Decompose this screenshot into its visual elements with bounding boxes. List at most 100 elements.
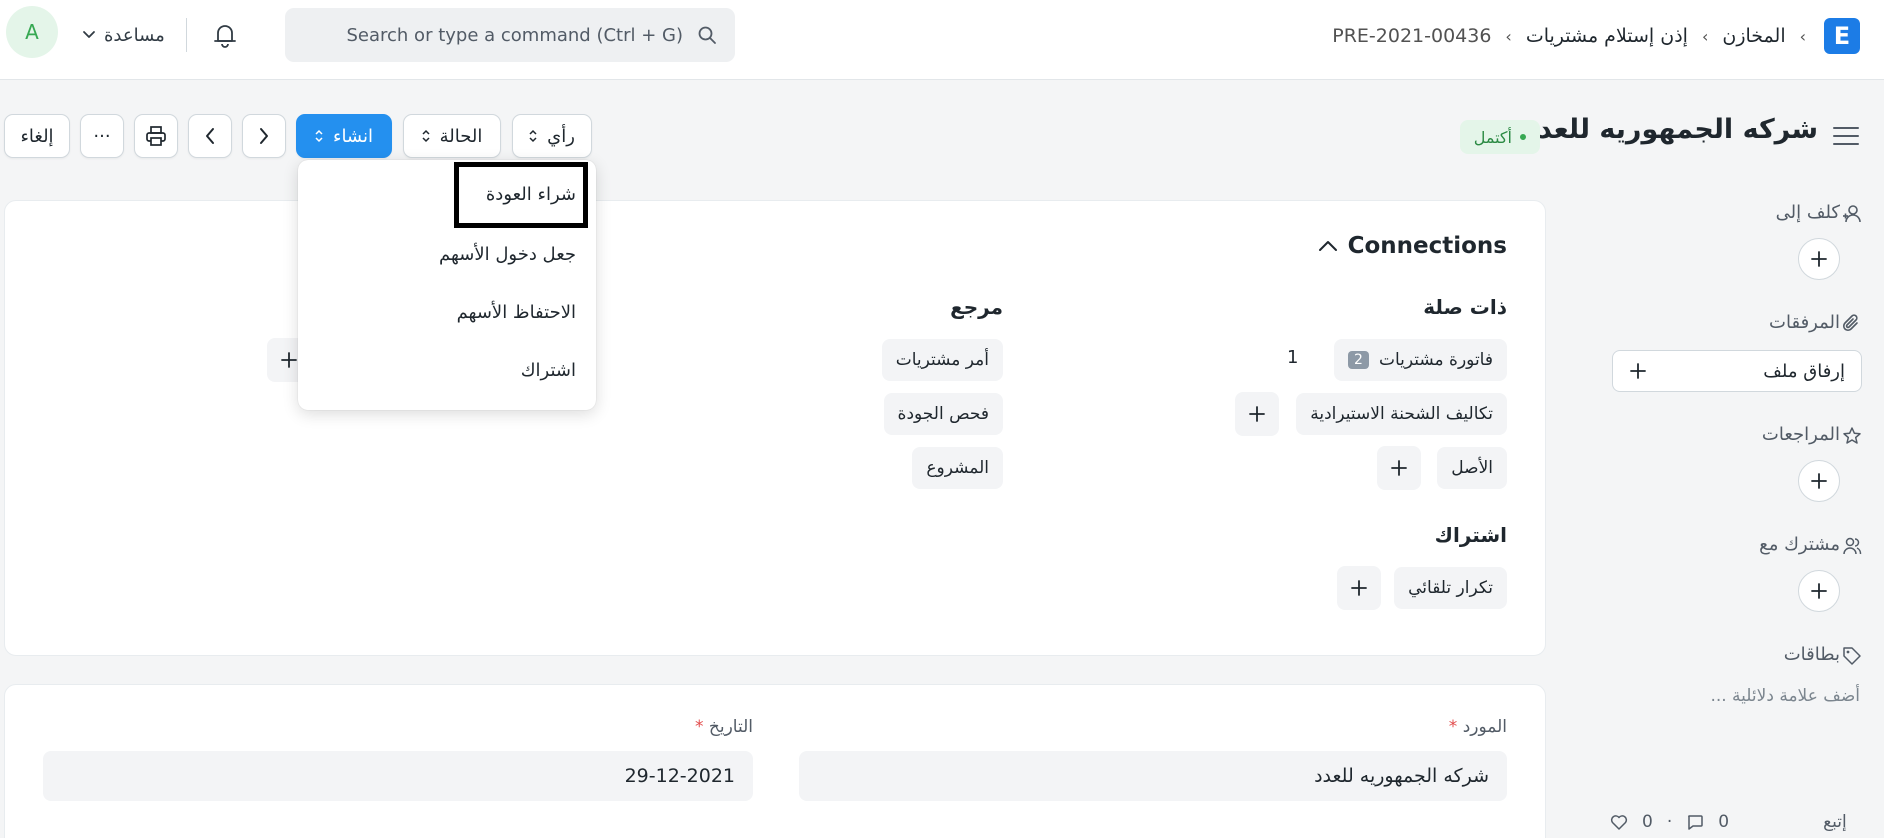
help-dropdown[interactable]: مساعدة [82, 20, 165, 50]
supplier-label: المورد * [1449, 717, 1507, 737]
updown-icon [422, 129, 430, 143]
supplier-field[interactable]: شركه الجمهوريه للعدد [799, 751, 1507, 801]
updown-icon [529, 129, 537, 143]
assigned-to-label: كلف إلى [1775, 202, 1840, 223]
add-tag-input[interactable]: أضف علامة دلائلية ... [1710, 686, 1860, 706]
plus-icon [1351, 580, 1367, 596]
breadcrumb-purchase-receipt[interactable]: إذن إستلام مشتريات [1526, 25, 1688, 47]
likes-count: 0 [1642, 812, 1653, 832]
chip-label: أمر مشتريات [895, 350, 989, 370]
chevron-down-icon [82, 30, 96, 40]
chip-auto-repeat[interactable]: تكرار تلقائي [1394, 567, 1507, 609]
status-button[interactable]: الحالة [403, 114, 501, 158]
previous-button[interactable] [188, 114, 232, 158]
status-label: أكتمل [1473, 127, 1512, 147]
printer-icon [146, 126, 166, 146]
chip-label: تكرار تلقائي [1408, 578, 1493, 598]
heart-icon[interactable] [1610, 814, 1628, 830]
chip-asset[interactable]: الأصل [1437, 447, 1507, 489]
updown-icon [315, 129, 323, 143]
purchase-invoice-count: 1 [1287, 347, 1299, 368]
menu-item-make-stock-entry[interactable]: جعل دخول الأسهم [439, 244, 576, 265]
plus-icon [281, 352, 297, 368]
create-button[interactable]: انشاء [296, 114, 392, 158]
plus-icon [1249, 406, 1265, 422]
menu-item-purchase-return[interactable]: شراء العودة [486, 184, 576, 205]
date-label: التاريخ * [695, 717, 753, 737]
date-value: 29-12-2021 [624, 765, 735, 787]
search-input[interactable]: Search or type a command (Ctrl + G) [285, 8, 735, 62]
separator-dot: · [1666, 812, 1673, 832]
view-button-label: رأي [547, 125, 575, 147]
required-marker: * [694, 717, 704, 737]
subscription-group-title: اشتراك [1434, 523, 1507, 547]
chip-landed-cost[interactable]: تكاليف الشحنة الاستيرادية [1296, 393, 1507, 435]
chip-label: تكاليف الشحنة الاستيرادية [1310, 404, 1493, 424]
plus-icon [1630, 363, 1646, 379]
attach-file-button[interactable]: إرفاق ملف [1612, 350, 1862, 392]
add-auto-repeat-button[interactable] [1337, 566, 1381, 610]
add-landed-cost-button[interactable] [1235, 392, 1279, 436]
add-asset-button[interactable] [1377, 446, 1421, 490]
plus-icon [1811, 251, 1827, 267]
app-logo[interactable]: E [1824, 18, 1860, 54]
chip-project[interactable]: المشروع [912, 447, 1003, 489]
help-label: مساعدة [104, 24, 165, 46]
date-field[interactable]: 29-12-2021 [43, 751, 753, 801]
status-dot [1520, 134, 1526, 140]
comments-count: 0 [1718, 812, 1730, 832]
plus-icon [1811, 583, 1827, 599]
comment-icon [1686, 814, 1704, 830]
avatar[interactable]: A [6, 6, 58, 58]
chevron-right-icon [260, 128, 268, 144]
more-options-button[interactable]: ··· [80, 114, 124, 158]
next-button[interactable] [242, 114, 286, 158]
connections-card: Connections ذات صلة فاتورة مشتريات 2 1 ت… [4, 200, 1546, 656]
chip-quality-inspection[interactable]: فحص الجودة [883, 393, 1003, 435]
chip-purchase-invoice[interactable]: فاتورة مشتريات 2 [1334, 339, 1507, 381]
required-marker: * [1448, 717, 1458, 737]
chevron-left-icon: › [1799, 26, 1806, 46]
chevron-up-icon[interactable] [1317, 239, 1339, 253]
follow-link[interactable]: إتبع [1823, 812, 1847, 832]
menu-item-retain-stock[interactable]: الاحتفاظ الأسهم [457, 302, 576, 323]
chevron-left-icon [206, 128, 214, 144]
chip-label: الأصل [1451, 458, 1493, 478]
add-share-button[interactable] [1798, 570, 1840, 612]
details-card: المورد * شركه الجمهوريه للعدد التاريخ * … [4, 684, 1546, 838]
page-title: شركه الجمهوريه للعدد [1524, 114, 1818, 145]
chip-count-badge: 2 [1348, 351, 1369, 369]
tag-icon [1842, 646, 1862, 666]
date-label-text: التاريخ [708, 717, 753, 737]
plus-icon [1811, 473, 1827, 489]
sidebar-toggle-icon[interactable] [1832, 124, 1860, 148]
supplier-label-text: المورد [1462, 717, 1507, 737]
breadcrumb-current-doc: PRE-2021-00436 [1332, 25, 1492, 47]
more-dots-icon: ··· [93, 125, 111, 147]
chip-label: فاتورة مشتريات [1378, 350, 1493, 370]
notification-bell-icon[interactable] [210, 20, 240, 50]
chip-label: فحص الجودة [897, 404, 989, 424]
chevron-left-icon: › [1505, 26, 1512, 46]
users-icon [1842, 536, 1862, 556]
navbar-divider [186, 18, 187, 52]
cancel-button-label: إلغاء [20, 125, 54, 147]
view-button[interactable]: رأي [512, 114, 592, 158]
breadcrumb: › المخازن › إذن إستلام مشتريات › PRE-202… [1332, 20, 1806, 52]
create-button-label: انشاء [332, 125, 374, 147]
user-plus-icon [1842, 204, 1862, 224]
chip-purchase-order[interactable]: أمر مشتريات [881, 339, 1003, 381]
print-button[interactable] [134, 114, 178, 158]
add-review-button[interactable] [1798, 460, 1840, 502]
reviews-label: المراجعات [1761, 424, 1840, 445]
star-icon [1842, 426, 1862, 446]
supplier-value: شركه الجمهوريه للعدد [1314, 765, 1489, 787]
menu-item-subscription[interactable]: اشتراك [521, 360, 576, 381]
add-assignment-button[interactable] [1798, 238, 1840, 280]
related-group-title: ذات صلة [1423, 295, 1507, 319]
paperclip-icon [1842, 314, 1862, 334]
search-placeholder: Search or type a command (Ctrl + G) [346, 24, 684, 46]
breadcrumb-stock[interactable]: المخازن [1722, 25, 1785, 47]
cancel-button[interactable]: إلغاء [4, 114, 70, 158]
search-icon [697, 25, 717, 45]
